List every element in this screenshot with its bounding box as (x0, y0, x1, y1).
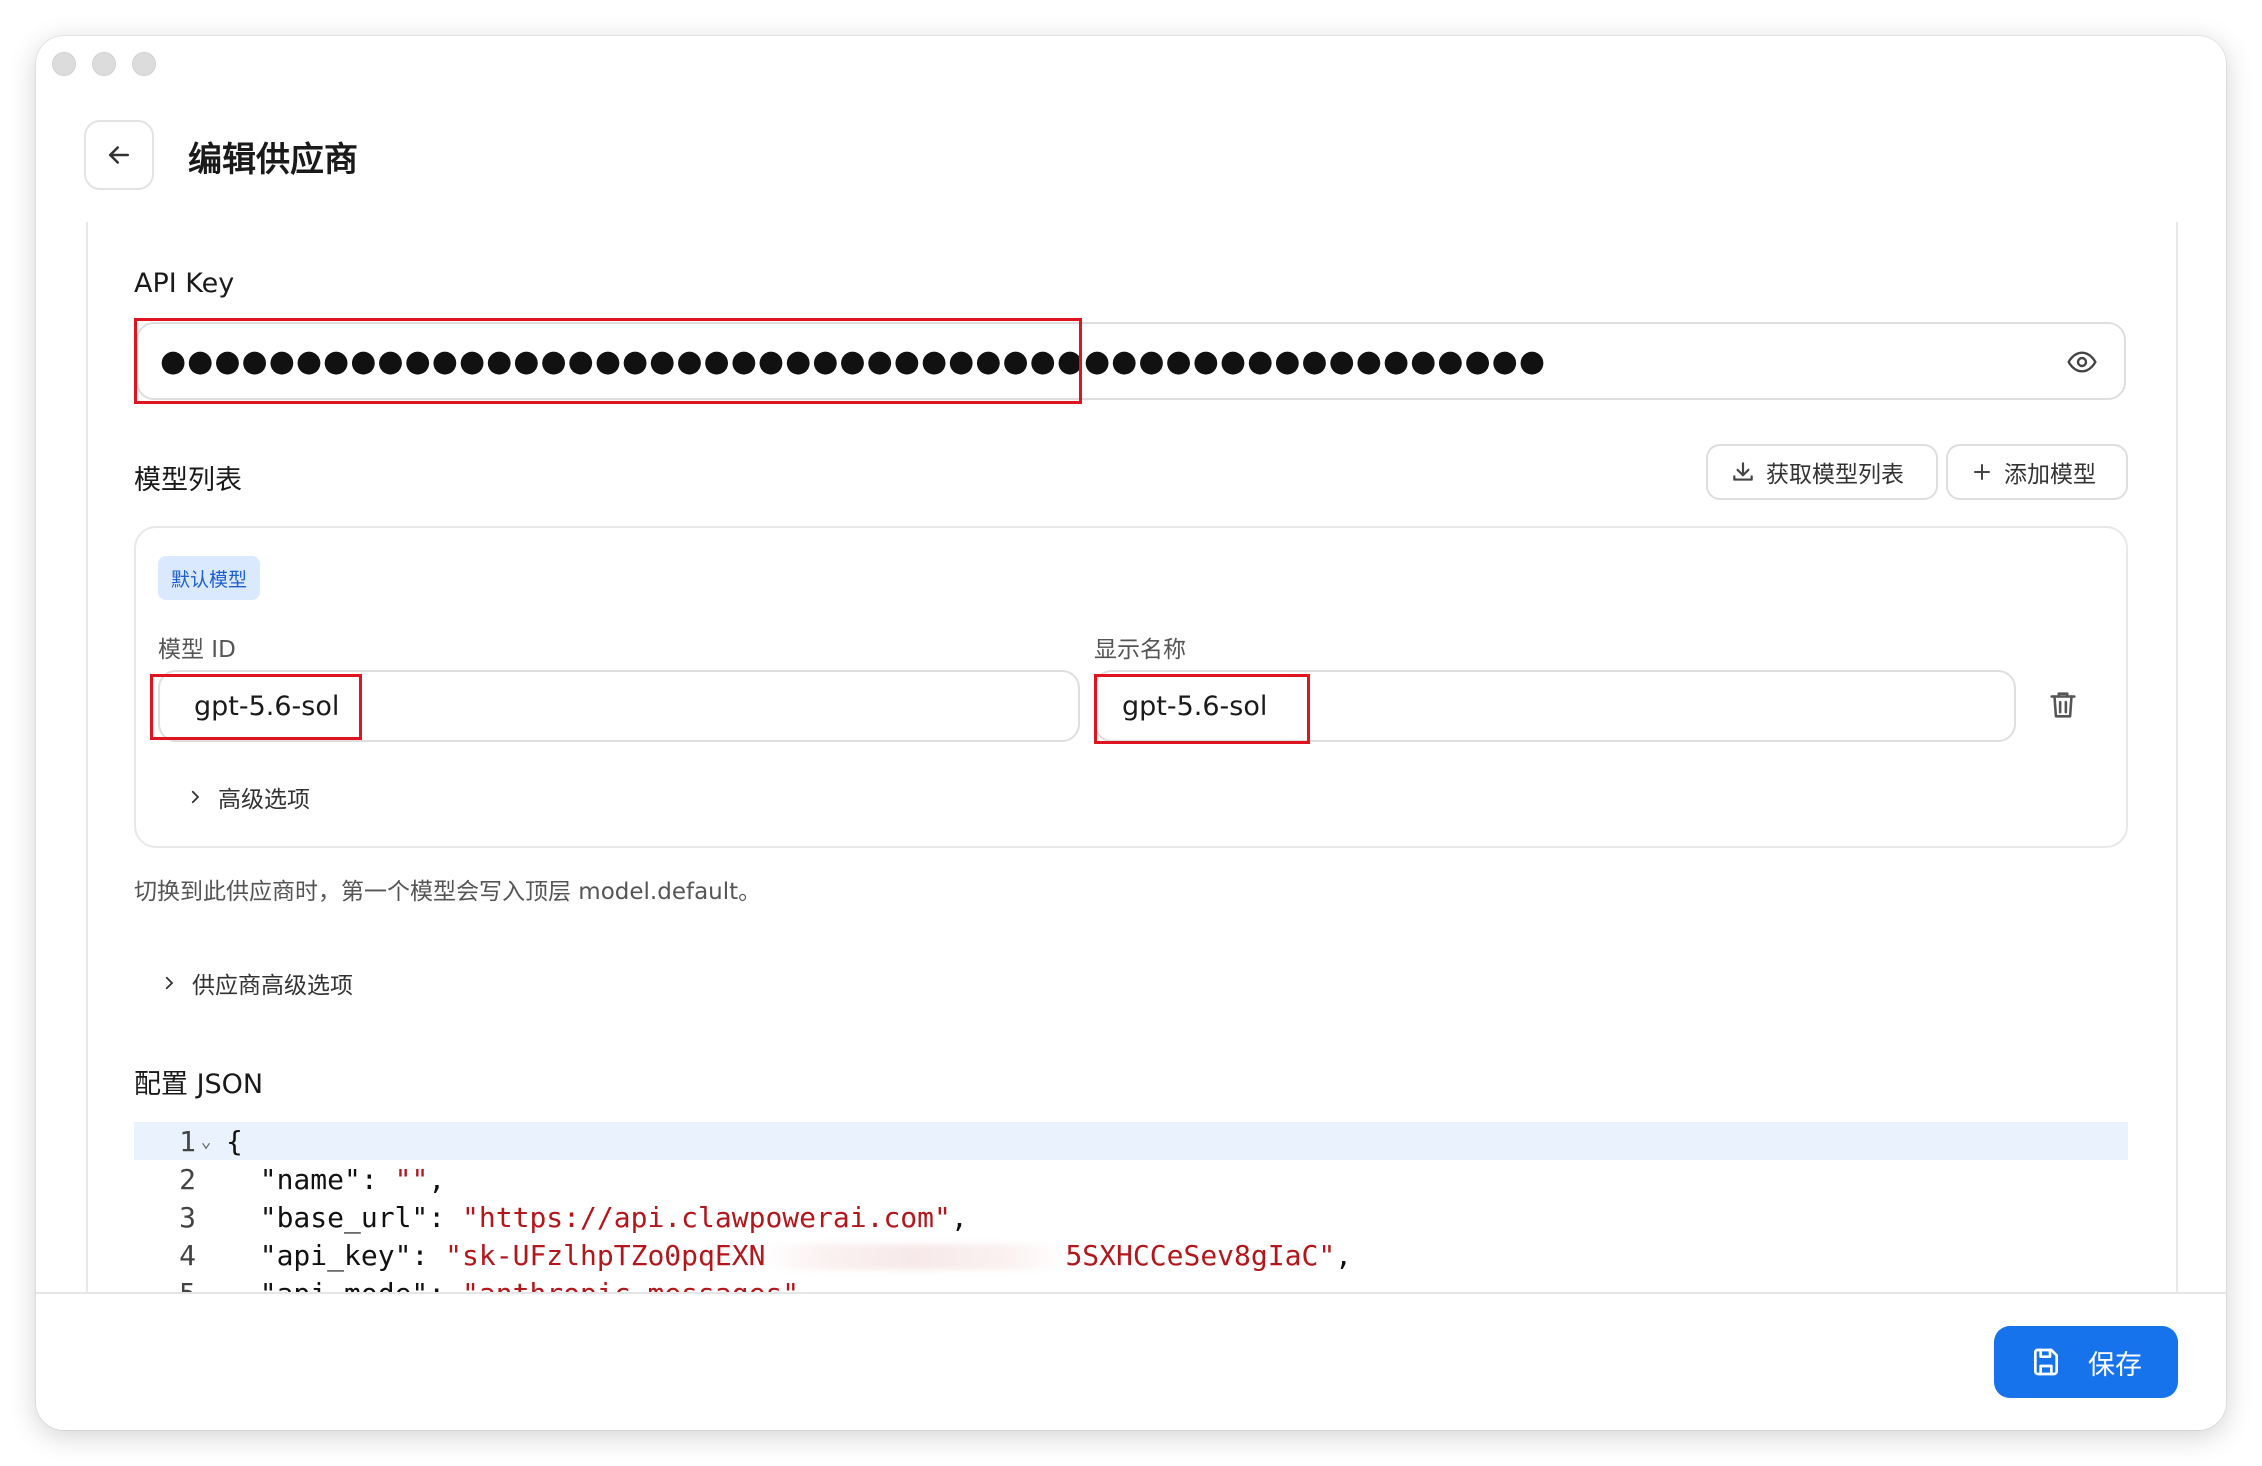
display-name-highlight (1094, 674, 1310, 744)
json-key: "base_url" (259, 1200, 429, 1234)
provider-advanced-label: 供应商高级选项 (192, 973, 353, 999)
add-model-button[interactable]: 添加模型 (1946, 444, 2128, 500)
json-key: "api_mode" (260, 1277, 429, 1293)
chevron-right-icon (191, 790, 200, 804)
arrow-left-icon (109, 146, 129, 164)
redacted-blur (765, 1243, 1066, 1270)
delete-model-button[interactable] (2046, 688, 2080, 726)
fetch-models-label: 获取模型列表 (1766, 462, 1904, 488)
plus-icon (1974, 464, 1990, 480)
page-title: 编辑供应商 (188, 140, 358, 180)
model-id-highlight (150, 674, 362, 740)
minimize-window-button[interactable] (92, 52, 116, 76)
json-editor[interactable]: 1 ⌄ { 2 "name": "", 3 "base_url": "https… (134, 1122, 2128, 1292)
model-id-label: 模型 ID (158, 637, 236, 663)
json-string: "https://api.clawpowerai.com" (462, 1200, 951, 1234)
model-advanced-label: 高级选项 (218, 787, 310, 813)
json-string: "sk-UFzlhpTZo0pqEXN (445, 1238, 766, 1272)
code-line-1: 1 ⌄ { (134, 1122, 2128, 1160)
json-key: "api_key" (259, 1238, 412, 1272)
trash-icon (2050, 692, 2076, 718)
default-model-badge: 默认模型 (158, 556, 261, 600)
save-button[interactable]: 保存 (1994, 1326, 2178, 1398)
download-icon (1733, 462, 1753, 481)
fold-chevron-icon[interactable]: ⌄ (196, 1131, 216, 1152)
editor-window: 编辑供应商 API Key ●●●●●●●●●●●●●●●●●●●●●●●●●●… (36, 36, 2226, 1430)
json-key: "name" (259, 1162, 361, 1196)
line-number: 4 (179, 1238, 196, 1272)
save-label: 保存 (2088, 1349, 2142, 1381)
line-number: 5 (134, 1277, 196, 1293)
line-number: 1 (179, 1124, 196, 1158)
eye-icon[interactable] (2066, 346, 2098, 382)
add-model-label: 添加模型 (2004, 462, 2096, 488)
content-border-left (86, 222, 88, 1292)
code-line-2: 2 "name": "", (134, 1160, 2128, 1198)
save-icon (2033, 1348, 2058, 1376)
code-line-5: 5 "api_mode": "anthropic_messages", (134, 1274, 2128, 1293)
api-key-highlight (134, 318, 1082, 404)
content-border-right (2176, 222, 2178, 1292)
back-button[interactable] (84, 120, 154, 190)
fetch-models-button[interactable]: 获取模型列表 (1706, 444, 1938, 500)
code-text: { (226, 1124, 243, 1158)
api-key-label: API Key (134, 268, 235, 299)
chevron-right-icon (165, 976, 174, 990)
line-number: 3 (179, 1200, 196, 1234)
json-string: 5SXHCCeSev8gIaC" (1065, 1238, 1336, 1272)
zoom-window-button[interactable] (132, 52, 156, 76)
json-string: "anthropic_messages" (462, 1277, 799, 1293)
json-string: "" (394, 1162, 429, 1196)
line-number: 2 (179, 1162, 196, 1196)
provider-advanced-toggle[interactable]: 供应商高级选项 (160, 966, 353, 1000)
window-controls (52, 52, 156, 76)
model-advanced-toggle[interactable]: 高级选项 (186, 780, 310, 814)
default-model-hint: 切换到此供应商时，第一个模型会写入顶层 model.default。 (134, 879, 762, 905)
code-line-4: 4 "api_key": "sk-UFzlhpTZo0pqEXN 5SXHCCeS… (134, 1236, 2128, 1274)
code-line-3: 3 "base_url": "https://api.clawpowerai.c… (134, 1198, 2128, 1236)
model-list-label: 模型列表 (134, 465, 242, 496)
display-name-label: 显示名称 (1094, 637, 1186, 663)
close-window-button[interactable] (52, 52, 76, 76)
footer-bar: 保存 (36, 1292, 2226, 1430)
config-json-label: 配置 JSON (134, 1069, 264, 1100)
